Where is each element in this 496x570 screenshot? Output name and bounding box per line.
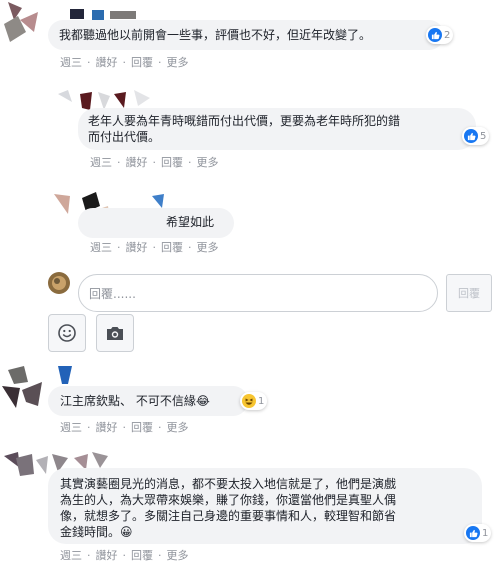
avatar-comment-4[interactable] xyxy=(2,366,48,416)
comment-3-reply-link[interactable]: 回覆 xyxy=(161,239,183,255)
comment-1-reactions[interactable]: 2 xyxy=(426,26,454,44)
comment-4-reply-link[interactable]: 回覆 xyxy=(131,419,153,435)
comment-1-text: 我都聽過他以前開會一些事，評價也不好，但近年改變了。 xyxy=(59,28,372,42)
comment-5-actions: 週三 · 讚好 · 回覆 · 更多 xyxy=(60,547,189,563)
comment-2-time[interactable]: 週三 xyxy=(90,154,112,170)
comment-1-like-link[interactable]: 讚好 xyxy=(96,54,118,70)
comment-2-reactions[interactable]: 5 xyxy=(462,127,490,145)
comment-2-reply-link[interactable]: 回覆 xyxy=(161,154,183,170)
comment-3-time[interactable]: 週三 xyxy=(90,239,112,255)
comment-2-more-link[interactable]: 更多 xyxy=(197,154,219,170)
emoji-button[interactable] xyxy=(48,314,86,352)
photo-button[interactable] xyxy=(96,314,134,352)
comment-3-text: 希望如此 xyxy=(166,215,215,229)
comment-1-actions: 週三 · 讚好 · 回覆 · 更多 xyxy=(60,54,189,70)
comment-1-like-count: 2 xyxy=(444,29,451,41)
reply-submit-button[interactable]: 回覆 xyxy=(446,274,492,312)
thumbs-up-icon xyxy=(466,526,480,540)
current-user-avatar xyxy=(48,272,70,294)
comment-1-name-mask xyxy=(70,6,140,20)
reply-input-box[interactable] xyxy=(78,274,438,312)
comment-4-like-link[interactable]: 讚好 xyxy=(96,419,118,435)
comment-3-more-link[interactable]: 更多 xyxy=(197,239,219,255)
comment-1-more-link[interactable]: 更多 xyxy=(167,54,189,70)
comment-4-text: 江主席欽點、 不可不信緣😂 xyxy=(60,394,210,408)
comment-1-reply-link[interactable]: 回覆 xyxy=(131,54,153,70)
comment-2-like-count: 5 xyxy=(480,130,487,142)
comment-5-reply-link[interactable]: 回覆 xyxy=(131,547,153,563)
avatar-comment-1[interactable] xyxy=(4,2,44,44)
thumbs-up-icon xyxy=(428,28,442,42)
comment-5-more-link[interactable]: 更多 xyxy=(167,547,189,563)
comment-1-time[interactable]: 週三 xyxy=(60,54,82,70)
comment-4-reactions[interactable]: 1 xyxy=(240,392,268,410)
thumbs-up-icon xyxy=(464,129,478,143)
laughing-emoji-icon xyxy=(242,394,256,408)
smiley-icon xyxy=(58,324,76,342)
comment-4-reaction-count: 1 xyxy=(258,395,265,407)
comment-2-text: 老年人要為年青時嘅錯而付出代價，更要為老年時所犯的錯 而付出代價。 xyxy=(88,114,401,144)
comment-3-like-link[interactable]: 讚好 xyxy=(126,239,148,255)
comment-4-more-link[interactable]: 更多 xyxy=(167,419,189,435)
comment-5-reactions[interactable]: 1 xyxy=(464,524,492,542)
comment-4-time[interactable]: 週三 xyxy=(60,419,82,435)
comment-3-actions: 週三 · 讚好 · 回覆 · 更多 xyxy=(90,239,219,255)
comment-2-like-link[interactable]: 讚好 xyxy=(126,154,148,170)
comment-4-name-mask xyxy=(56,366,74,386)
comment-4-actions: 週三 · 讚好 · 回覆 · 更多 xyxy=(60,419,189,435)
comment-5-like-link[interactable]: 讚好 xyxy=(96,547,118,563)
comment-5-time[interactable]: 週三 xyxy=(60,547,82,563)
comment-5-like-count: 1 xyxy=(482,527,489,539)
comment-2-actions: 週三 · 讚好 · 回覆 · 更多 xyxy=(90,154,219,170)
comment-5-text: 其實演藝圈見光的消息，都不要太投入地信就是了，他們是演戲 為生的人，為大眾帶來娛… xyxy=(60,477,397,539)
camera-icon xyxy=(107,326,123,340)
reply-input[interactable] xyxy=(89,285,419,303)
